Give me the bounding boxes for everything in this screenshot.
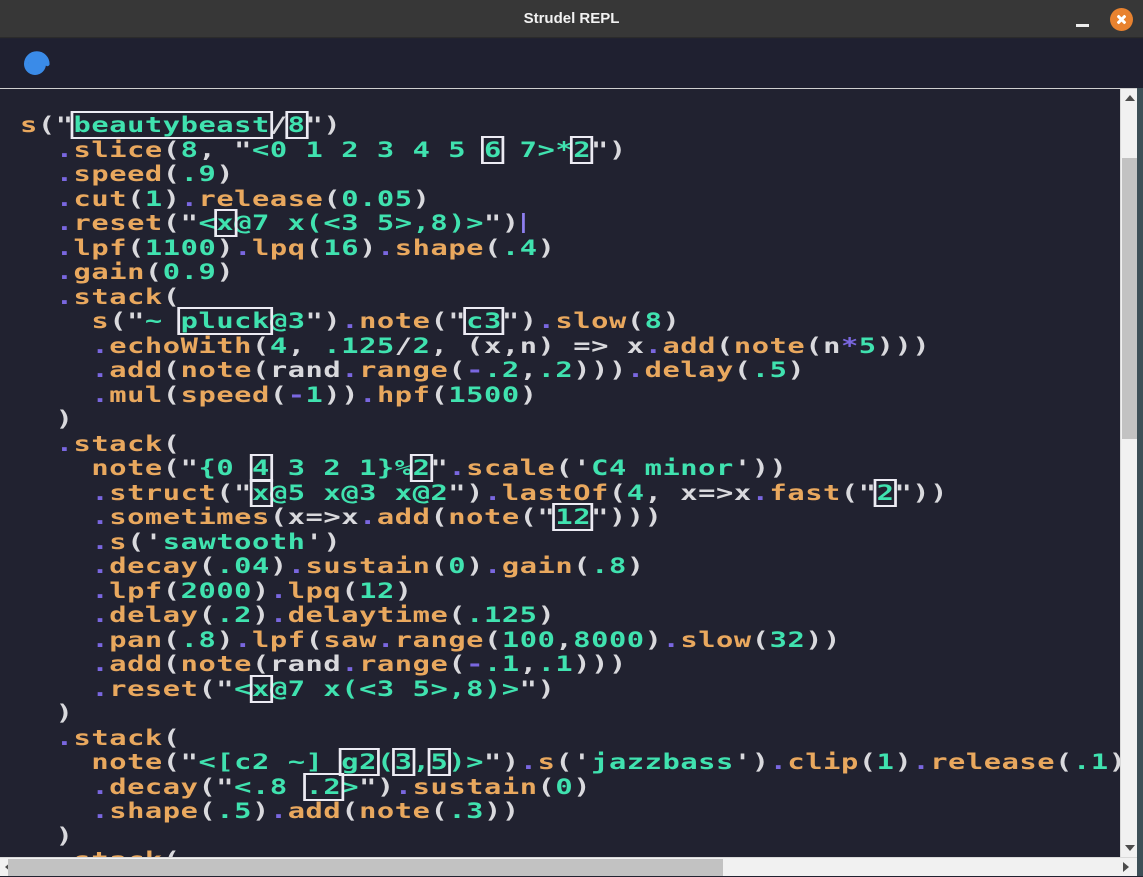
code-line[interactable]: .slice(8, "<0 1 2 3 4 5 6 7>*2") — [20, 138, 1120, 163]
active-event-highlight: 2 — [413, 456, 431, 480]
strudel-repl-window: Strudel REPL s("beautybeast/8") .slice(8… — [0, 0, 1143, 877]
title-bar: Strudel REPL — [0, 0, 1143, 38]
active-event-highlight: 6 — [484, 138, 502, 162]
code-line[interactable]: .shape(.5).add(note(.3)) — [20, 799, 1120, 824]
code-line[interactable]: .lpf(1100).lpq(16).shape(.4) — [20, 236, 1120, 261]
active-event-highlight: g2 — [341, 750, 377, 774]
active-event-highlight: 2 — [573, 138, 591, 162]
scrollbar-right-arrow-icon[interactable] — [1123, 862, 1129, 872]
code-line[interactable]: .s('sawtooth') — [20, 530, 1120, 555]
horizontal-scrollbar-thumb[interactable] — [8, 859, 723, 876]
code-line[interactable]: ) — [20, 701, 1120, 726]
code-line[interactable]: .lpf(2000).lpq(12) — [20, 579, 1120, 604]
code-line[interactable]: .sometimes(x=>x.add(note("12"))) — [20, 505, 1120, 530]
active-event-highlight: x — [252, 677, 270, 701]
code-line[interactable]: .add(note(rand.range(-.2,.2))).delay(.5) — [20, 358, 1120, 383]
code-line[interactable]: .reset("<x@7 x(<3 5>,8)>") — [20, 211, 1120, 236]
code-line[interactable]: .echoWith(4, .125/2, (x,n) => x.add(note… — [20, 334, 1120, 359]
scrollbar-down-arrow-icon[interactable] — [1125, 845, 1135, 851]
code-line[interactable]: .speed(.9) — [20, 162, 1120, 187]
close-button[interactable] — [1110, 8, 1133, 31]
code-line[interactable]: .pan(.8).lpf(saw.range(100,8000).slow(32… — [20, 628, 1120, 653]
active-event-highlight: pluck — [181, 309, 270, 333]
active-event-highlight: x — [216, 211, 234, 235]
code-line[interactable]: .decay(.04).sustain(0).gain(.8) — [20, 554, 1120, 579]
active-event-highlight: .2 — [306, 775, 342, 799]
code-line[interactable]: s("~ pluck@3").note("c3").slow(8) — [20, 309, 1120, 334]
window-title: Strudel REPL — [0, 0, 1143, 38]
text-caret — [522, 213, 525, 233]
minimize-button[interactable] — [1065, 0, 1099, 38]
code-line[interactable]: note("{0 4 3 2 1}%2".scale('C4 minor')) — [20, 456, 1120, 481]
code-line[interactable]: .stack( — [20, 726, 1120, 751]
code-line[interactable]: .mul(speed(-1)).hpf(1500) — [20, 383, 1120, 408]
minimize-icon — [1076, 24, 1089, 27]
active-event-highlight: x — [252, 481, 270, 505]
code-line[interactable]: .delay(.2).delaytime(.125) — [20, 603, 1120, 628]
vertical-scrollbar-thumb[interactable] — [1122, 158, 1137, 439]
active-event-highlight: 4 — [252, 456, 270, 480]
active-event-highlight: 3 — [395, 750, 413, 774]
code-line[interactable]: s("beautybeast/8") — [20, 113, 1120, 138]
toolbar — [0, 39, 1143, 88]
strudel-logo-icon[interactable] — [18, 47, 52, 81]
code-line[interactable]: .decay("<.8 .2>").sustain(0) — [20, 775, 1120, 800]
code-area[interactable]: s("beautybeast/8") .slice(8, "<0 1 2 3 4… — [0, 89, 1120, 858]
code-line[interactable]: .reset("<x@7 x(<3 5>,8)>") — [20, 677, 1120, 702]
vertical-scrollbar[interactable] — [1120, 89, 1137, 857]
code-line[interactable]: .stack( — [20, 432, 1120, 457]
code-line[interactable]: .cut(1).release(0.05) — [20, 187, 1120, 212]
code-line[interactable]: .gain(0.9) — [20, 260, 1120, 285]
active-event-highlight: 2 — [877, 481, 895, 505]
code-line[interactable]: ) — [20, 824, 1120, 849]
window-frame-edge — [1137, 88, 1143, 877]
code-line[interactable]: .struct("x@5 x@3 x@2").lastOf(4, x=>x.fa… — [20, 481, 1120, 506]
active-event-highlight: 8 — [288, 113, 306, 137]
active-event-highlight: c3 — [466, 309, 502, 333]
code-line[interactable]: .stack( — [20, 285, 1120, 310]
active-event-highlight: 12 — [555, 505, 591, 529]
scrollbar-up-arrow-icon[interactable] — [1125, 95, 1135, 101]
code-line[interactable]: .add(note(rand.range(-.1,.1))) — [20, 652, 1120, 677]
horizontal-scrollbar[interactable] — [0, 857, 1137, 876]
code-line[interactable]: note("<[c2 ~] g2(3,5)>").s('jazzbass').c… — [20, 750, 1120, 775]
code-line[interactable]: ) — [20, 407, 1120, 432]
active-event-highlight: 5 — [430, 750, 448, 774]
active-event-highlight: beautybeast — [74, 113, 270, 137]
